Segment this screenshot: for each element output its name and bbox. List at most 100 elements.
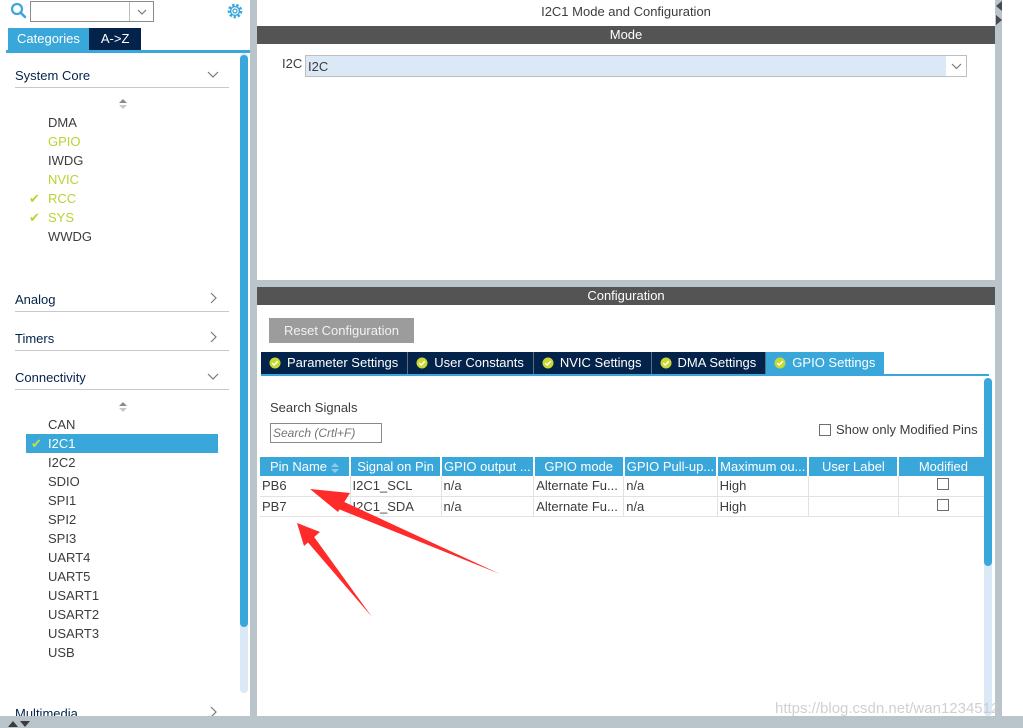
- list-item-usart3[interactable]: USART3: [48, 624, 99, 643]
- panel-collapse-arrows-icon[interactable]: [995, 0, 1003, 30]
- list-item-usb[interactable]: USB: [48, 643, 75, 662]
- chevron-down-icon: [137, 9, 146, 15]
- check-icon: ✔: [29, 191, 40, 206]
- column-header-max-output-speed[interactable]: Maximum ou...: [717, 457, 810, 476]
- category-timers[interactable]: Timers: [15, 324, 229, 351]
- chevron-right-icon: [210, 292, 217, 304]
- check-icon: ✔: [31, 436, 42, 451]
- list-item-gpio[interactable]: GPIO: [48, 132, 81, 151]
- list-item-dma[interactable]: DMA: [48, 113, 77, 132]
- modified-checkbox[interactable]: [937, 498, 950, 511]
- ip-search-input[interactable]: [30, 1, 154, 22]
- cell-user-label[interactable]: [808, 476, 899, 497]
- cell-speed: High: [717, 476, 809, 497]
- sort-icon[interactable]: [118, 401, 128, 413]
- table-row[interactable]: PB6 I2C1_SCL n/a Alternate Fu... n/a Hig…: [260, 476, 989, 497]
- modified-checkbox[interactable]: [937, 478, 950, 491]
- category-analog[interactable]: Analog: [15, 285, 229, 312]
- reset-configuration-button[interactable]: Reset Configuration: [269, 318, 414, 343]
- list-item-nvic[interactable]: NVIC: [48, 170, 79, 189]
- tab-nvic-settings[interactable]: NVIC Settings: [533, 352, 652, 374]
- chevron-down-icon: [951, 63, 961, 69]
- column-header-gpio-pull[interactable]: GPIO Pull-up...: [623, 457, 719, 476]
- column-header-modified[interactable]: Modified: [898, 457, 990, 476]
- list-item-can[interactable]: CAN: [48, 415, 75, 434]
- mode-section: I2C I2C: [257, 44, 995, 280]
- up-down-arrows-icon[interactable]: [6, 718, 36, 728]
- mode-section-header: Mode: [257, 26, 995, 44]
- list-item-i2c1[interactable]: ✔ I2C1: [26, 434, 218, 453]
- check-circle-icon: [660, 357, 672, 369]
- i2c-mode-select[interactable]: I2C: [305, 55, 967, 77]
- config-scrollbar-thumb[interactable]: [984, 378, 992, 566]
- sort-icon[interactable]: [118, 98, 128, 110]
- list-item-sys[interactable]: ✔ SYS: [29, 208, 74, 227]
- left-scrollbar-thumb[interactable]: [240, 55, 248, 627]
- gpio-pins-table: Pin Name Signal on Pin GPIO output ... G…: [260, 457, 990, 517]
- tab-categories[interactable]: Categories: [8, 28, 89, 50]
- list-item-wwdg[interactable]: WWDG: [48, 227, 92, 246]
- tab-dma-settings[interactable]: DMA Settings: [651, 352, 767, 374]
- check-circle-icon: [542, 357, 554, 369]
- main-panel: I2C1 Mode and Configuration Mode I2C I2C…: [257, 0, 995, 716]
- list-item-rcc[interactable]: ✔ RCC: [29, 189, 77, 208]
- tab-user-constants[interactable]: User Constants: [408, 352, 534, 374]
- sort-icon: [331, 462, 340, 473]
- category-system-core[interactable]: System Core: [15, 61, 229, 88]
- ip-search-dropdown-button[interactable]: [129, 2, 153, 21]
- mode-dropdown-button[interactable]: [946, 56, 966, 76]
- chevron-down-icon: [207, 71, 219, 78]
- bottom-splitter[interactable]: [0, 716, 1023, 728]
- column-header-signal[interactable]: Signal on Pin: [350, 457, 442, 476]
- vertical-splitter[interactable]: [250, 0, 257, 716]
- tab-gpio-settings[interactable]: GPIO Settings: [766, 352, 885, 374]
- category-connectivity[interactable]: Connectivity: [15, 363, 229, 390]
- check-circle-icon: [774, 357, 786, 369]
- list-item-uart5[interactable]: UART5: [48, 567, 90, 586]
- header-label: Pin Name: [269, 459, 328, 474]
- category-list: System Core DMA GPIO IWDG NVIC ✔ RCC ✔ SYS…: [6, 53, 240, 716]
- tab-label: Parameter Settings: [287, 355, 399, 370]
- cell-output: n/a: [441, 476, 535, 497]
- cell-user-label[interactable]: [808, 496, 899, 517]
- tab-label: NVIC Settings: [559, 355, 642, 370]
- gear-icon[interactable]: [226, 2, 244, 20]
- column-header-pin-name[interactable]: Pin Name: [260, 457, 351, 476]
- search-signals-input[interactable]: [270, 423, 382, 443]
- tab-a-z[interactable]: A->Z: [88, 28, 142, 50]
- left-panel: Categories A->Z System Core DMA GPIO IWD…: [0, 0, 250, 716]
- list-item-usart2[interactable]: USART2: [48, 605, 99, 624]
- tab-parameter-settings[interactable]: Parameter Settings: [261, 352, 409, 374]
- list-item-spi1[interactable]: SPI1: [48, 491, 76, 510]
- page-title: I2C1 Mode and Configuration: [541, 4, 711, 19]
- mode-field-label: I2C: [282, 56, 303, 71]
- list-item-spi2[interactable]: SPI2: [48, 510, 76, 529]
- check-icon: ✔: [29, 210, 40, 225]
- chevron-right-icon: [210, 331, 217, 343]
- list-item-spi3[interactable]: SPI3: [48, 529, 76, 548]
- item-label: RCC: [48, 191, 77, 206]
- tab-label: User Constants: [434, 355, 524, 370]
- horizontal-splitter[interactable]: [257, 280, 995, 287]
- column-header-gpio-output[interactable]: GPIO output ...: [441, 457, 535, 476]
- checkbox[interactable]: [819, 423, 831, 436]
- list-item-sdio[interactable]: SDIO: [48, 472, 80, 491]
- list-item-uart4[interactable]: UART4: [48, 548, 90, 567]
- list-item-iwdg[interactable]: IWDG: [48, 151, 83, 170]
- chevron-down-icon: [207, 373, 219, 380]
- column-header-user-label[interactable]: User Label: [808, 457, 900, 476]
- configuration-section: Reset Configuration Parameter Settings U…: [257, 305, 995, 716]
- check-circle-icon: [269, 357, 281, 369]
- show-only-modified-pins-checkbox[interactable]: Show only Modified Pins: [819, 422, 978, 437]
- list-item-i2c2[interactable]: I2C2: [48, 453, 75, 472]
- category-multimedia[interactable]: Multimedia: [15, 699, 229, 716]
- cell-signal: I2C1_SDA: [350, 496, 442, 517]
- search-icon[interactable]: [10, 2, 28, 20]
- table-row[interactable]: PB7 I2C1_SDA n/a Alternate Fu... n/a Hig…: [260, 496, 989, 517]
- column-header-gpio-mode[interactable]: GPIO mode: [533, 457, 625, 476]
- cell-pin: PB7: [260, 496, 351, 517]
- configuration-section-header: Configuration: [257, 287, 995, 305]
- list-item-usart1[interactable]: USART1: [48, 586, 99, 605]
- outer-scrollbar[interactable]: [995, 0, 1002, 716]
- configuration-tabs: Parameter Settings User Constants NVIC S…: [261, 352, 885, 374]
